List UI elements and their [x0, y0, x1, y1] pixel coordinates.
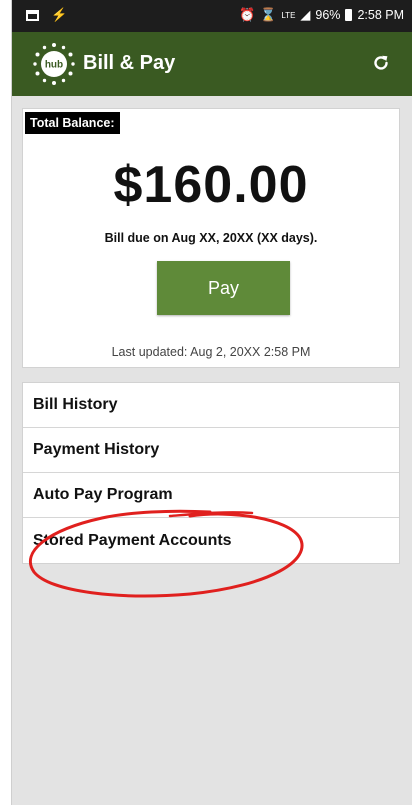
balance-amount: $160.00: [113, 156, 309, 214]
phone-screen: ⚡ ⏰ ⌛ LTE ◢ 96% 2:58 PM hub Bill & Pay T…: [12, 0, 412, 805]
network-type-label: LTE: [281, 10, 296, 20]
status-bar: ⚡ ⏰ ⌛ LTE ◢ 96% 2:58 PM: [12, 0, 412, 32]
app-title: Bill & Pay: [83, 52, 176, 74]
logo-text: hub: [45, 60, 63, 71]
menu-item-payment-history[interactable]: Payment History: [23, 428, 399, 473]
gallery-notification-icon: [26, 9, 39, 21]
menu-item-auto-pay-program[interactable]: Auto Pay Program: [23, 473, 399, 518]
battery-percent: 96%: [315, 8, 341, 22]
hub-logo-icon: hub: [33, 43, 75, 85]
signal-strength-icon: ◢: [300, 7, 311, 22]
last-updated-text: Last updated: Aug 2, 20XX 2:58 PM: [111, 345, 311, 359]
pay-button[interactable]: Pay: [157, 261, 290, 315]
menu-item-bill-history[interactable]: Bill History: [23, 383, 399, 428]
bill-due-text: Bill due on Aug XX, 20XX (XX days).: [104, 231, 318, 245]
clock: 2:58 PM: [357, 8, 404, 22]
refresh-icon: [374, 55, 388, 70]
screenshot-edge: [0, 0, 12, 805]
account-menu-list: Bill History Payment History Auto Pay Pr…: [22, 382, 400, 564]
balance-card: Total Balance: $160.00 Bill due on Aug X…: [22, 108, 400, 368]
alarm-icon: ⏰: [238, 7, 256, 22]
battery-icon: [345, 9, 353, 21]
hourglass-icon: ⌛: [260, 7, 277, 22]
app-bar: hub Bill & Pay: [12, 32, 412, 96]
menu-item-stored-payment-accounts[interactable]: Stored Payment Accounts: [23, 518, 399, 563]
total-balance-label: Total Balance:: [25, 112, 120, 134]
charging-bolt-icon: ⚡: [51, 7, 68, 22]
refresh-button[interactable]: [368, 50, 394, 76]
